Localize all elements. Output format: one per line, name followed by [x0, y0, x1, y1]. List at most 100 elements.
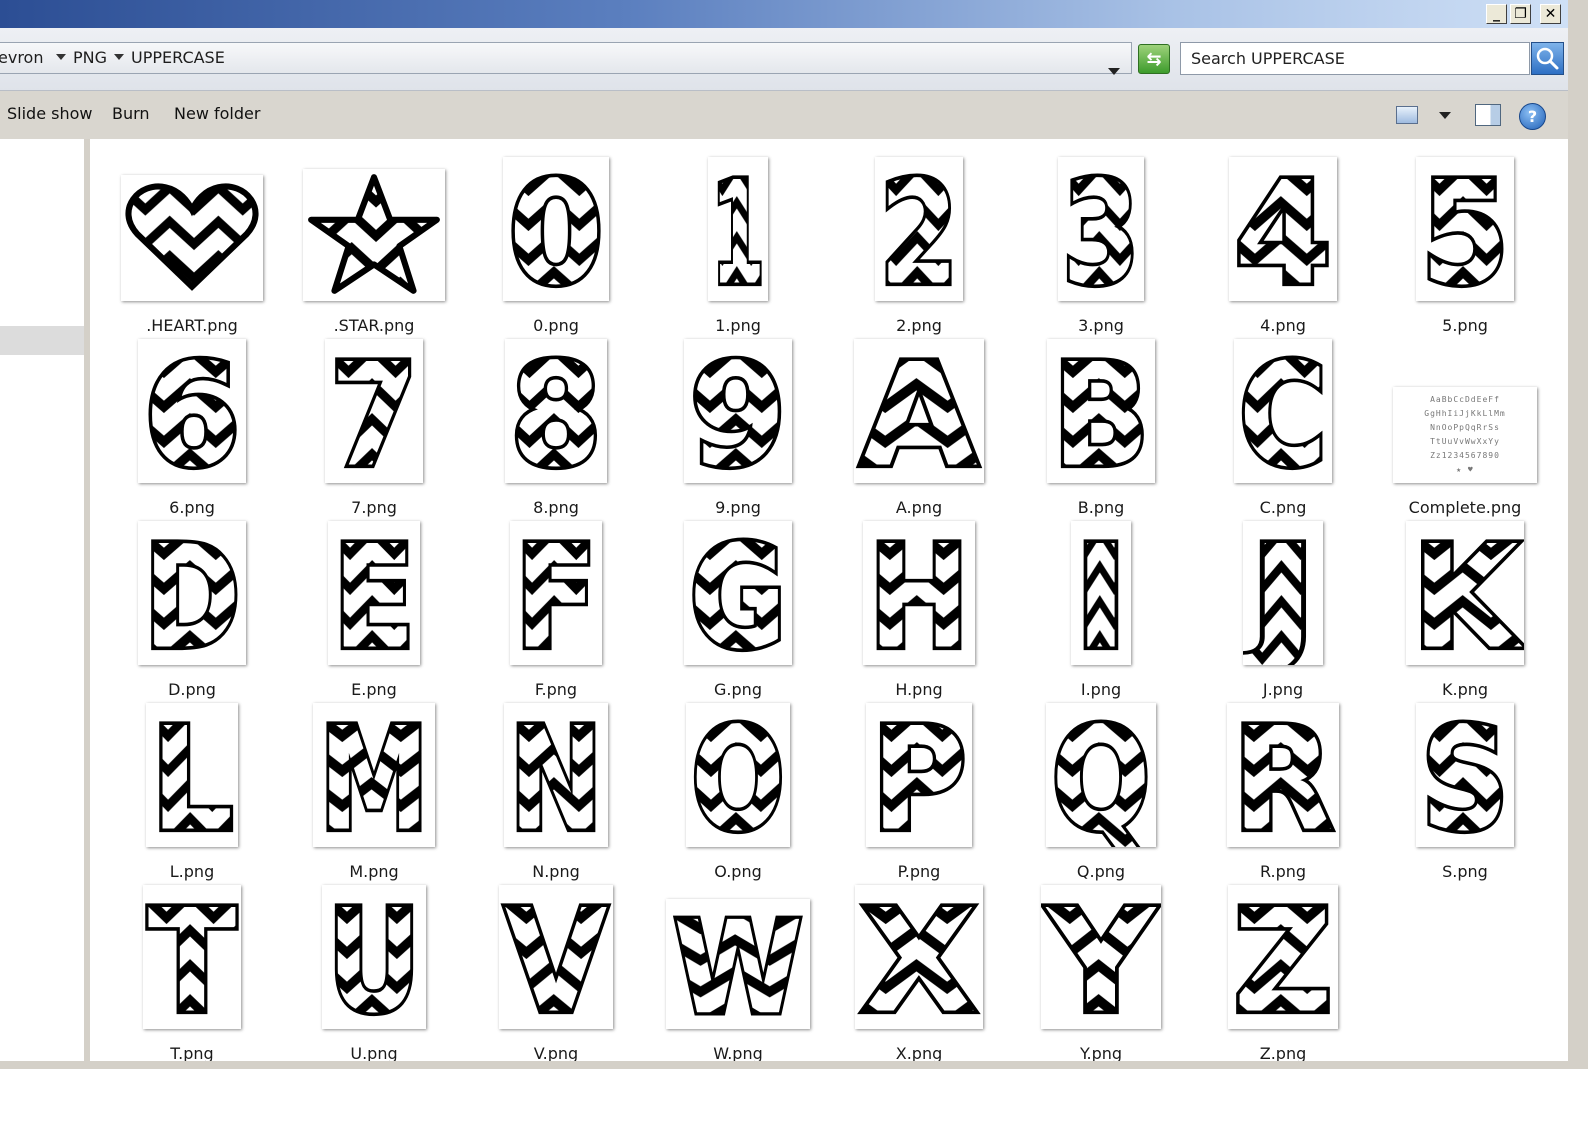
file-item[interactable]: H H.png — [829, 521, 1009, 699]
file-thumbnail[interactable]: 1 — [708, 157, 768, 301]
file-item[interactable]: 8 8.png — [466, 339, 646, 517]
file-thumbnail[interactable]: 9 — [684, 339, 792, 483]
file-name-label[interactable]: M.png — [284, 862, 464, 881]
file-item[interactable]: AaBbCcDdEeFf GgHhIiJjKkLlMm NnOoPpQqRrSs Tt… — [1375, 339, 1555, 517]
breadcrumb-chevron-icon[interactable] — [114, 54, 124, 60]
file-item[interactable]: 3 3.png — [1011, 157, 1191, 335]
file-item[interactable]: Q Q.png — [1011, 703, 1191, 881]
slideshow-button[interactable]: Slide show — [7, 104, 92, 123]
nav-selected-item[interactable] — [0, 326, 84, 355]
file-name-label[interactable]: .STAR.png — [284, 316, 464, 335]
file-thumbnail[interactable] — [303, 169, 445, 301]
file-thumbnail[interactable]: Q — [1046, 703, 1156, 847]
file-thumbnail[interactable]: I — [1071, 521, 1131, 665]
burn-button[interactable]: Burn — [112, 104, 150, 123]
file-item[interactable]: L L.png — [102, 703, 282, 881]
file-name-label[interactable]: 4.png — [1193, 316, 1373, 335]
file-item[interactable]: M M.png — [284, 703, 464, 881]
file-item[interactable]: 5 5.png — [1375, 157, 1555, 335]
file-name-label[interactable]: R.png — [1193, 862, 1373, 881]
file-thumbnail[interactable]: B — [1047, 339, 1155, 483]
file-item[interactable]: F F.png — [466, 521, 646, 699]
file-thumbnail[interactable]: H — [863, 521, 975, 665]
file-item[interactable]: U U.png — [284, 885, 464, 1063]
file-item[interactable]: N N.png — [466, 703, 646, 881]
file-item[interactable]: Y Y.png — [1011, 885, 1191, 1063]
file-item[interactable]: X X.png — [829, 885, 1009, 1063]
file-item[interactable]: T T.png — [102, 885, 282, 1063]
file-name-label[interactable]: .HEART.png — [102, 316, 282, 335]
file-item[interactable]: O O.png — [648, 703, 828, 881]
file-thumbnail[interactable]: 3 — [1058, 157, 1144, 301]
file-name-label[interactable]: O.png — [648, 862, 828, 881]
file-item[interactable]: J J.png — [1193, 521, 1373, 699]
refresh-icon[interactable]: ⇆ — [1138, 44, 1170, 74]
file-name-label[interactable]: G.png — [648, 680, 828, 699]
file-thumbnail[interactable]: Z — [1228, 885, 1338, 1029]
breadcrumb-item-uppercase[interactable]: UPPERCASE — [131, 48, 225, 67]
preview-pane-icon[interactable] — [1475, 104, 1501, 126]
file-name-label[interactable]: L.png — [102, 862, 282, 881]
file-item[interactable]: I I.png — [1011, 521, 1191, 699]
file-name-label[interactable]: 2.png — [829, 316, 1009, 335]
file-item[interactable]: 1 1.png — [648, 157, 828, 335]
file-thumbnail[interactable]: P — [866, 703, 972, 847]
file-thumbnail[interactable]: U — [322, 885, 426, 1029]
file-thumbnail[interactable]: L — [146, 703, 238, 847]
file-item[interactable]: G G.png — [648, 521, 828, 699]
file-name-label[interactable]: 9.png — [648, 498, 828, 517]
file-thumbnail[interactable]: G — [684, 521, 792, 665]
file-thumbnail[interactable]: AaBbCcDdEeFf GgHhIiJjKkLlMm NnOoPpQqRrSs Tt… — [1393, 387, 1537, 483]
file-name-label[interactable]: 6.png — [102, 498, 282, 517]
file-name-label[interactable]: N.png — [466, 862, 646, 881]
file-thumbnail[interactable] — [121, 175, 263, 301]
file-thumbnail[interactable]: O — [686, 703, 790, 847]
file-thumbnail[interactable]: 4 — [1229, 157, 1337, 301]
file-name-label[interactable]: A.png — [829, 498, 1009, 517]
file-name-label[interactable]: 7.png — [284, 498, 464, 517]
file-item[interactable]: 9 9.png — [648, 339, 828, 517]
restore-button[interactable]: ❐ — [1510, 4, 1531, 24]
file-thumbnail[interactable]: T — [143, 885, 241, 1029]
file-thumbnail[interactable]: 5 — [1416, 157, 1514, 301]
file-item[interactable]: K K.png — [1375, 521, 1555, 699]
file-name-label[interactable]: B.png — [1011, 498, 1191, 517]
file-thumbnail[interactable]: M — [313, 703, 435, 847]
file-item[interactable]: 4 4.png — [1193, 157, 1373, 335]
file-thumbnail[interactable]: W — [666, 899, 810, 1029]
search-input[interactable] — [1180, 42, 1530, 75]
file-thumbnail[interactable]: J — [1243, 521, 1323, 665]
file-name-label[interactable]: 1.png — [648, 316, 828, 335]
file-thumbnail[interactable]: E — [328, 521, 420, 665]
file-name-label[interactable]: K.png — [1375, 680, 1555, 699]
file-item[interactable]: C C.png — [1193, 339, 1373, 517]
file-thumbnail[interactable]: V — [499, 885, 613, 1029]
file-item[interactable]: S S.png — [1375, 703, 1555, 881]
file-item[interactable]: V V.png — [466, 885, 646, 1063]
breadcrumb[interactable]: evron PNG UPPERCASE — [0, 42, 1132, 75]
file-list[interactable]: .HEART.png .STAR.png 0 0.png 1 1.png 2 2.png 3 3.… — [90, 139, 1568, 1063]
file-thumbnail[interactable]: N — [504, 703, 608, 847]
minimize-button[interactable]: _ — [1486, 4, 1507, 24]
search-button[interactable] — [1531, 42, 1564, 75]
file-name-label[interactable]: F.png — [466, 680, 646, 699]
file-thumbnail[interactable]: R — [1227, 703, 1339, 847]
file-item[interactable]: E E.png — [284, 521, 464, 699]
file-name-label[interactable]: Q.png — [1011, 862, 1191, 881]
file-item[interactable]: 7 7.png — [284, 339, 464, 517]
file-item[interactable]: 2 2.png — [829, 157, 1009, 335]
file-thumbnail[interactable]: 2 — [875, 157, 963, 301]
file-item[interactable]: D D.png — [102, 521, 282, 699]
file-name-label[interactable]: D.png — [102, 680, 282, 699]
file-item[interactable]: .HEART.png — [102, 157, 282, 335]
file-name-label[interactable]: P.png — [829, 862, 1009, 881]
file-name-label[interactable]: J.png — [1193, 680, 1373, 699]
file-item[interactable]: B B.png — [1011, 339, 1191, 517]
close-button[interactable]: ✕ — [1540, 4, 1561, 24]
file-name-label[interactable]: C.png — [1193, 498, 1373, 517]
file-item[interactable]: .STAR.png — [284, 157, 464, 335]
file-thumbnail[interactable]: 8 — [505, 339, 607, 483]
file-name-label[interactable]: 8.png — [466, 498, 646, 517]
file-name-label[interactable]: H.png — [829, 680, 1009, 699]
help-icon[interactable]: ? — [1519, 103, 1546, 130]
